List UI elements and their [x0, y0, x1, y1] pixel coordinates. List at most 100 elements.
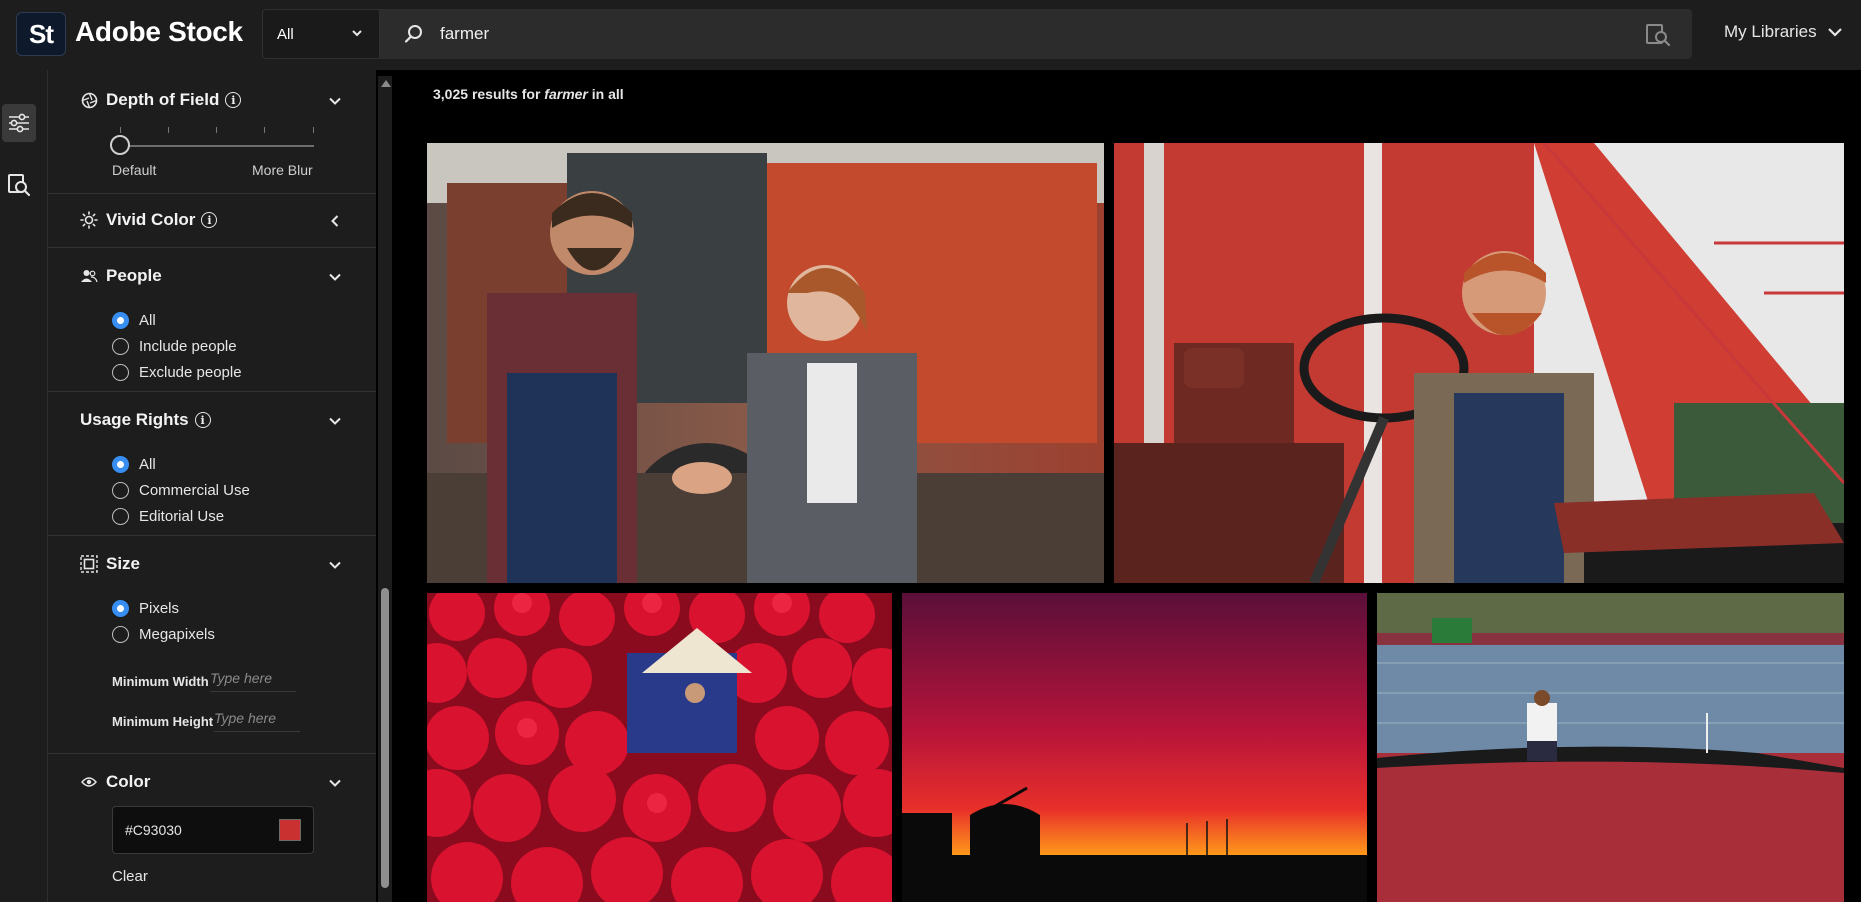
my-libraries-label: My Libraries: [1724, 22, 1817, 41]
result-image-handshake[interactable]: [427, 143, 1104, 583]
radio-button[interactable]: [112, 364, 129, 381]
slider-tick: [168, 127, 169, 133]
radio-label: Include people: [139, 338, 237, 355]
search-icon[interactable]: [402, 22, 426, 46]
radio-label: Pixels: [139, 600, 180, 617]
aperture-icon: [80, 91, 98, 109]
size-title: Size: [106, 554, 141, 573]
tractor-driver-photo: [1114, 143, 1844, 583]
radio-label: Commercial Use: [139, 482, 250, 499]
depth-of-field-slider-track[interactable]: [120, 145, 314, 147]
slider-tick: [216, 127, 217, 133]
result-image-sunset-farm[interactable]: [902, 593, 1367, 902]
radio-button[interactable]: [112, 626, 129, 643]
vivid-color-title: Vivid Color: [106, 210, 196, 229]
slider-tick: [264, 127, 265, 133]
color-swatch[interactable]: [279, 819, 301, 841]
size-header[interactable]: Size: [80, 554, 140, 574]
usage-option-editorial[interactable]: Editorial Use: [112, 508, 224, 525]
adobe-stock-logo[interactable]: St: [16, 12, 66, 56]
usage-rights-section: Usage Rights i All Commercial Use Editor…: [48, 392, 376, 536]
min-width-input[interactable]: [210, 664, 296, 692]
radio-button[interactable]: [112, 456, 129, 473]
vivid-color-section: Vivid Color i: [48, 194, 376, 248]
radio-button[interactable]: [112, 508, 129, 525]
radio-label: Exclude people: [139, 364, 242, 381]
radio-label: Megapixels: [139, 626, 215, 643]
depth-of-field-section: Depth of Field i Default More Blur: [48, 70, 376, 194]
slider-min-label: Default: [112, 162, 157, 178]
slider-tick: [313, 127, 314, 133]
people-title: People: [106, 266, 162, 285]
depth-of-field-title: Depth of Field: [106, 90, 220, 109]
min-height-input[interactable]: [214, 704, 300, 732]
result-image-incense[interactable]: [427, 593, 892, 902]
people-option-include[interactable]: Include people: [112, 338, 237, 355]
usage-option-all[interactable]: All: [112, 456, 156, 473]
radio-button[interactable]: [112, 482, 129, 499]
radio-button[interactable]: [112, 338, 129, 355]
sunset-farm-photo: [902, 593, 1367, 902]
color-header[interactable]: Color: [80, 772, 150, 792]
depth-of-field-slider-handle[interactable]: [110, 135, 130, 155]
min-height-label: Minimum Height: [112, 714, 214, 729]
info-icon[interactable]: i: [225, 92, 242, 108]
usage-rights-header[interactable]: Usage Rights i: [80, 410, 211, 430]
size-option-megapixels[interactable]: Megapixels: [112, 626, 215, 643]
radio-label: All: [139, 456, 156, 473]
resize-icon: [80, 555, 98, 573]
results-number: 3,025: [433, 86, 469, 102]
people-option-all[interactable]: All: [112, 312, 156, 329]
depth-of-field-header[interactable]: Depth of Field i: [80, 90, 242, 110]
chevron-down-icon[interactable]: [328, 270, 342, 284]
info-icon[interactable]: i: [194, 412, 211, 428]
result-image-cranberry-bog[interactable]: [1377, 593, 1844, 902]
brand-name[interactable]: Adobe Stock: [75, 16, 243, 48]
search-input[interactable]: [440, 17, 1540, 51]
size-section: Size Pixels Megapixels Minimum Width Min…: [48, 536, 376, 754]
chevron-down-icon[interactable]: [328, 94, 342, 108]
people-header[interactable]: People: [80, 266, 162, 286]
people-section: People All Include people Exclude people: [48, 248, 376, 392]
usage-option-commercial[interactable]: Commercial Use: [112, 482, 250, 499]
radio-button[interactable]: [112, 312, 129, 329]
chevron-down-icon[interactable]: [328, 414, 342, 428]
clear-color-button[interactable]: Clear: [112, 868, 148, 885]
handshake-photo: [427, 143, 1104, 583]
radio-label: Editorial Use: [139, 508, 225, 525]
people-option-exclude[interactable]: Exclude people: [112, 364, 242, 381]
my-libraries-button[interactable]: My Libraries: [1724, 22, 1843, 42]
chevron-down-icon: [1827, 28, 1842, 37]
cranberry-bog-photo: [1377, 593, 1844, 902]
filters-toggle-button[interactable]: [2, 104, 36, 142]
radio-label: All: [139, 312, 156, 329]
usage-rights-title: Usage Rights: [80, 410, 189, 429]
size-option-pixels[interactable]: Pixels: [112, 600, 179, 617]
results-query: farmer: [544, 86, 588, 102]
visual-search-icon: [8, 174, 31, 197]
visual-search-rail-button[interactable]: [2, 166, 36, 204]
results-count: 3,025 results for farmer in all: [433, 86, 624, 102]
filter-panel: Depth of Field i Default More Blur Vivid…: [48, 70, 376, 902]
color-picker-field[interactable]: #C93030: [112, 806, 314, 854]
vivid-color-header[interactable]: Vivid Color i: [80, 210, 218, 230]
chevron-down-icon[interactable]: [328, 558, 342, 572]
asset-type-select[interactable]: All: [262, 9, 380, 59]
sun-icon: [80, 211, 98, 229]
radio-button[interactable]: [112, 600, 129, 617]
top-bar: St Adobe Stock All My Libraries: [0, 0, 1861, 70]
chevron-left-icon[interactable]: [328, 214, 342, 228]
scrollbar-thumb[interactable]: [381, 588, 389, 888]
result-image-tractor-driver[interactable]: [1114, 143, 1844, 583]
results-text: results for: [471, 86, 541, 102]
filter-sliders-icon: [9, 113, 29, 133]
panel-scrollbar[interactable]: [378, 76, 392, 902]
chevron-down-icon[interactable]: [328, 776, 342, 790]
slider-tick: [120, 127, 121, 133]
info-icon[interactable]: i: [201, 212, 218, 228]
asset-type-value: All: [277, 25, 294, 43]
eye-icon: [80, 773, 98, 791]
min-width-label: Minimum Width: [112, 674, 209, 689]
scroll-up-arrow-icon[interactable]: [381, 80, 391, 87]
visual-search-icon[interactable]: [1644, 21, 1672, 49]
